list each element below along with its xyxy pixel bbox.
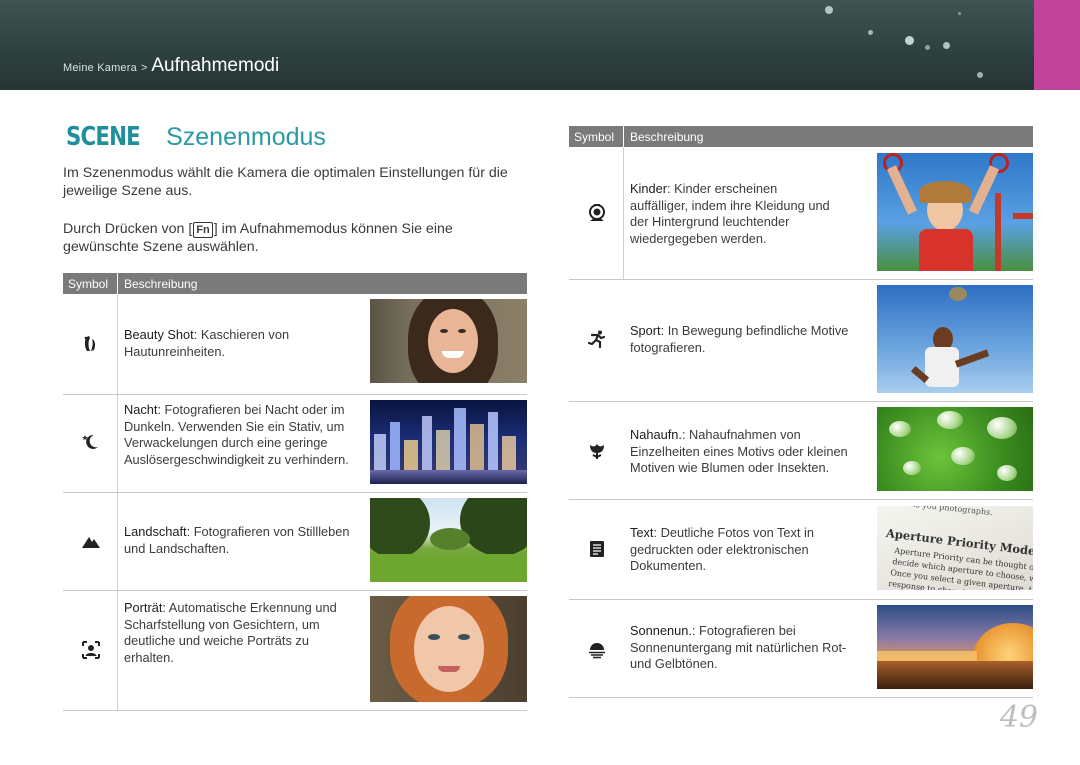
- header-band: Meine Kamera > Aufnahmemodi: [0, 0, 1080, 90]
- breadcrumb-parent[interactable]: Meine Kamera: [63, 62, 137, 74]
- text-document-photo: is you photographs. Aperture Priority Mo…: [877, 506, 1033, 590]
- close-up-photo: [877, 407, 1033, 491]
- beauty-shot-photo: [370, 299, 527, 383]
- chapter-tab: [1034, 0, 1080, 90]
- night-icon: [82, 434, 98, 449]
- night-city-photo: [370, 400, 527, 484]
- decorative-light: [905, 36, 914, 45]
- table-header: Symbol Beschreibung: [63, 273, 527, 294]
- sports-icon: [587, 330, 606, 349]
- scene-badge: SCENE: [66, 122, 141, 152]
- decorative-light: [943, 42, 950, 49]
- breadcrumb-current: Aufnahmemodi: [151, 55, 280, 76]
- close-up-icon: [590, 444, 604, 459]
- intro-paragraph-2: Durch Drücken von [Fn] im Aufnahmemodus …: [63, 220, 523, 256]
- landscape-photo: [370, 498, 527, 582]
- header-description: Beschreibung: [124, 276, 198, 291]
- scene-name: Beauty Shot: [124, 327, 194, 342]
- table-row: Text: Deutliche Fotos von Text in gedruc…: [569, 499, 1033, 600]
- scene-name: Nacht: [124, 402, 158, 417]
- scene-table-left: Symbol Beschreibung Beauty Shot: Kaschie…: [63, 273, 527, 713]
- table-row: Nahaufn.: Nahaufnahmen von Einzelheiten …: [569, 401, 1033, 500]
- page-number: 49: [999, 700, 1038, 735]
- scene-description: : Deutliche Fotos von Text in gedruckten…: [630, 525, 815, 573]
- children-icon: [589, 204, 605, 221]
- scene-description: : Fotografieren bei Nacht oder im Dunkel…: [124, 402, 349, 467]
- decorative-light: [825, 6, 833, 14]
- scene-name: Nahaufn.: [630, 427, 682, 442]
- intro-paragraph-1: Im Szenenmodus wählt die Kamera die opti…: [63, 165, 508, 199]
- breadcrumb-separator: >: [140, 62, 148, 74]
- decorative-light: [925, 45, 930, 50]
- landscape-icon: [82, 537, 100, 548]
- sunset-photo: [877, 605, 1033, 689]
- portrait-icon: [82, 641, 100, 659]
- header-symbol: Symbol: [68, 276, 109, 291]
- sunset-icon: [589, 643, 605, 659]
- table-row: Nacht: Fotografieren bei Nacht oder im D…: [63, 394, 527, 493]
- table-header: Symbol Beschreibung: [569, 126, 1033, 147]
- beauty-shot-icon: [84, 336, 96, 351]
- table-row: Kinder: Kinder erscheinen auffälliger, i…: [569, 147, 1033, 280]
- decorative-light: [868, 30, 873, 35]
- table-row: Landschaft: Fotografieren von Stillleben…: [63, 492, 527, 591]
- portrait-photo: [370, 596, 527, 702]
- scene-description: : In Bewegung befindliche Motive fotogra…: [630, 323, 849, 355]
- children-photo: [877, 153, 1033, 271]
- scene-name: Text: [630, 525, 654, 540]
- header-description: Beschreibung: [630, 129, 704, 144]
- fn-key-icon: Fn: [193, 222, 213, 238]
- scene-name: Kinder: [630, 181, 667, 196]
- section-title: SCENE Szenenmodus: [66, 122, 326, 152]
- table-row: Beauty Shot: Kaschieren von Hautunreinhe…: [63, 294, 527, 395]
- breadcrumb: Meine Kamera > Aufnahmemodi: [63, 55, 279, 77]
- table-row: Sonnenun.: Fotografieren bei Sonnenunter…: [569, 599, 1033, 698]
- scene-name: Sport: [630, 323, 661, 338]
- text-icon: [590, 541, 604, 557]
- sports-photo: [877, 285, 1033, 393]
- scene-name: Landschaft: [124, 524, 187, 539]
- table-row: Sport: In Bewegung befindliche Motive fo…: [569, 279, 1033, 402]
- photo-text-line: is you photographs.: [912, 506, 994, 518]
- page-title: Szenenmodus: [166, 122, 326, 151]
- decorative-light: [977, 72, 983, 78]
- table-row: Porträt: Automatische Erkennung und Scha…: [63, 590, 527, 711]
- scene-table-right: Symbol Beschreibung Kinder: Kinder ersch…: [569, 126, 1033, 700]
- header-symbol: Symbol: [574, 129, 615, 144]
- scene-name: Porträt: [124, 600, 163, 615]
- intro-text-before: Durch Drücken von [: [63, 221, 193, 237]
- decorative-light: [958, 12, 961, 15]
- scene-name: Sonnenun.: [630, 623, 692, 638]
